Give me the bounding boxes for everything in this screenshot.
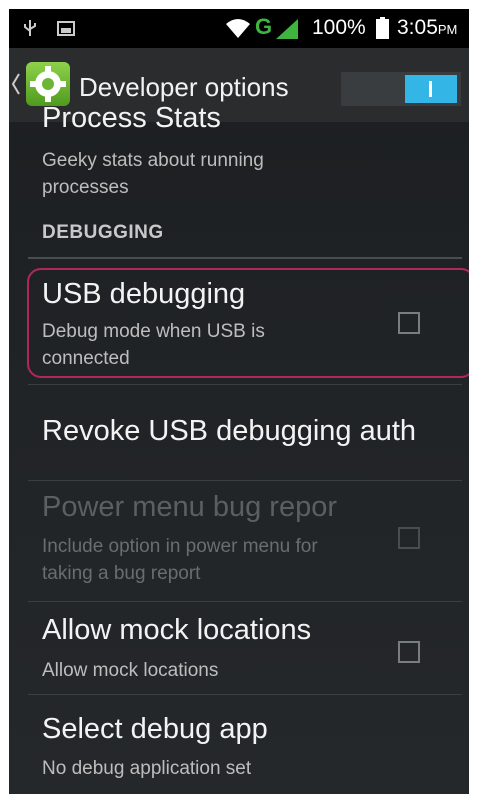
section-divider: [28, 257, 462, 259]
page-title: Developer options: [79, 72, 289, 102]
wifi-icon: [226, 19, 250, 38]
usb-icon: [24, 20, 36, 36]
signal-icon: [276, 19, 298, 39]
revoke-usb-auth-item[interactable]: Revoke USB debugging auth: [9, 385, 469, 480]
status-bar: G 100% 3:05PM: [9, 9, 469, 48]
clock-ampm: PM: [437, 22, 458, 37]
battery-icon: [376, 17, 389, 39]
usb-debugging-summary: Debug mode when USB is connected: [42, 321, 265, 369]
revoke-usb-auth-title: Revoke USB debugging auth: [42, 415, 417, 447]
allow-mock-locations-checkbox[interactable]: [398, 641, 420, 663]
process-stats-summary: Geeky stats about running processes: [42, 150, 264, 198]
phone-screen: G 100% 3:05PM Developer options Process …: [9, 9, 469, 794]
developer-options-toggle[interactable]: [341, 72, 461, 106]
usb-debugging-checkbox[interactable]: [398, 312, 420, 334]
process-stats-title: Process Stats: [42, 102, 221, 134]
debugging-section-header: DEBUGGING: [42, 222, 164, 243]
gallery-icon: [57, 21, 75, 36]
select-debug-app-item[interactable]: Select debug app No debug application se…: [9, 695, 469, 794]
process-stats-item[interactable]: Process Stats Geeky stats about running …: [9, 102, 469, 208]
select-debug-app-title: Select debug app: [42, 713, 268, 745]
allow-mock-locations-summary: Allow mock locations: [42, 660, 219, 681]
battery-percentage: 100%: [312, 16, 366, 39]
select-debug-app-summary: No debug application set: [42, 758, 252, 779]
power-menu-bug-report-summary: Include option in power menu for taking …: [42, 536, 318, 584]
toggle-thumb: [405, 75, 457, 103]
clock: 3:05PM: [397, 16, 457, 40]
usb-debugging-item[interactable]: USB debugging Debug mode when USB is con…: [9, 272, 469, 376]
power-menu-bug-report-title: Power menu bug repor: [42, 491, 337, 523]
allow-mock-locations-item[interactable]: Allow mock locations Allow mock location…: [9, 602, 469, 694]
settings-gear-icon[interactable]: [26, 62, 70, 106]
allow-mock-locations-title: Allow mock locations: [42, 614, 312, 646]
usb-debugging-title: USB debugging: [42, 278, 246, 310]
power-menu-bug-report-checkbox: [398, 527, 420, 549]
back-chevron-icon[interactable]: [11, 72, 21, 96]
power-menu-bug-report-item: Power menu bug repor Include option in p…: [9, 481, 469, 601]
network-type-label: G: [255, 14, 273, 39]
clock-time: 3:05: [397, 16, 438, 39]
